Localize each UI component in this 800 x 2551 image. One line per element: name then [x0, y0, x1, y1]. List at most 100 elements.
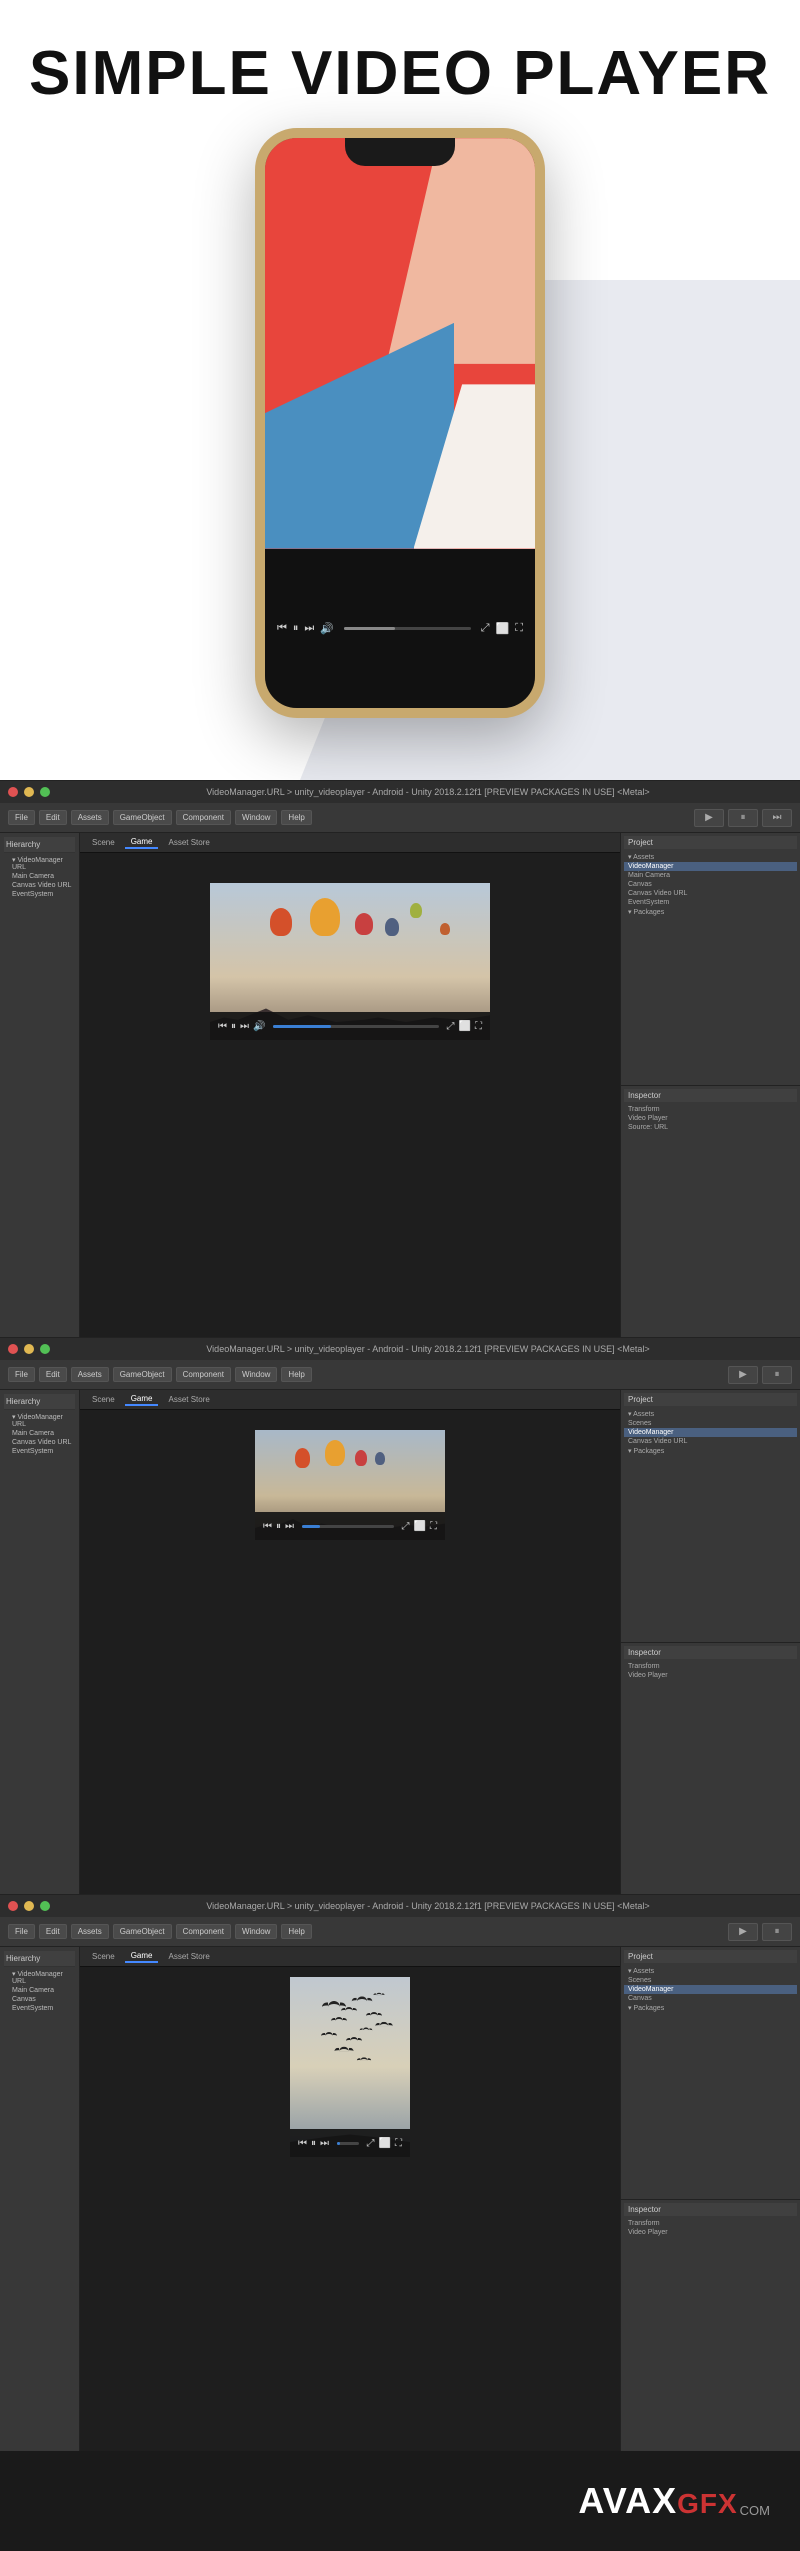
tab-scene-3[interactable]: Scene — [86, 1951, 121, 1962]
asset-item-3[interactable]: Canvas — [624, 1994, 797, 2003]
edit-menu-2[interactable]: Edit — [39, 1367, 67, 1382]
hierarchy-item-3[interactable]: ▾ VideoManager URL — [4, 1969, 75, 1986]
vc-volume[interactable]: 🔊 — [253, 1021, 265, 1032]
tab-game-2[interactable]: Game — [125, 1393, 159, 1406]
vc-pause-2[interactable]: ⏸ — [276, 1521, 281, 1532]
play-button[interactable]: ▶ — [694, 809, 724, 827]
vc-pause-3[interactable]: ⏸ — [311, 2138, 316, 2149]
close-dot-3[interactable] — [8, 1901, 18, 1911]
asset-item[interactable]: ▾ Assets — [624, 852, 797, 862]
volume-icon[interactable]: 🔊 — [320, 622, 334, 635]
vc-skip-back-3[interactable]: ⏮ — [298, 2138, 307, 2149]
window-menu[interactable]: Window — [235, 810, 277, 825]
progress-bar[interactable] — [344, 627, 471, 630]
asset-item[interactable]: Canvas Video URL — [624, 889, 797, 898]
hierarchy-item-2[interactable]: ▾ VideoManager URL — [4, 1412, 75, 1429]
maximize-dot-3[interactable] — [40, 1901, 50, 1911]
vc-progress-2[interactable] — [302, 1525, 394, 1528]
shuffle-icon[interactable]: ⤢ — [481, 622, 490, 635]
close-dot[interactable] — [8, 787, 18, 797]
assets-menu[interactable]: Assets — [71, 810, 109, 825]
tab-scene-2[interactable]: Scene — [86, 1394, 121, 1405]
fullscreen-icon[interactable]: ⛶ — [515, 622, 523, 635]
vc-skip-fwd-3[interactable]: ⏭ — [320, 2138, 329, 2149]
asset-item-2[interactable]: Scenes — [624, 1419, 797, 1428]
minimize-dot[interactable] — [24, 787, 34, 797]
file-menu[interactable]: File — [8, 810, 35, 825]
help-menu[interactable]: Help — [281, 810, 311, 825]
vc-skip-fwd[interactable]: ⏭ — [240, 1021, 249, 1032]
gameobject-menu[interactable]: GameObject — [113, 810, 172, 825]
maximize-dot[interactable] — [40, 787, 50, 797]
asset-item-2[interactable]: ▾ Packages — [624, 1446, 797, 1456]
pause-icon[interactable]: ⏸ — [293, 622, 299, 635]
vc-fullscreen-3[interactable]: ⛶ — [395, 2138, 402, 2149]
window-menu-2[interactable]: Window — [235, 1367, 277, 1382]
pause-button[interactable]: ⏸ — [728, 809, 758, 827]
hierarchy-item-2[interactable]: Canvas Video URL — [4, 1438, 75, 1447]
vc-fit-2[interactable]: ⬜ — [414, 1521, 426, 1532]
assets-menu-3[interactable]: Assets — [71, 1924, 109, 1939]
edit-menu-3[interactable]: Edit — [39, 1924, 67, 1939]
gameobject-menu-2[interactable]: GameObject — [113, 1367, 172, 1382]
assets-menu-2[interactable]: Assets — [71, 1367, 109, 1382]
asset-item-2[interactable]: ▾ Assets — [624, 1409, 797, 1419]
component-menu[interactable]: Component — [176, 810, 231, 825]
vc-fit-3[interactable]: ⬜ — [379, 2138, 391, 2149]
play-button-3[interactable]: ▶ — [728, 1923, 758, 1941]
vc-skip-back[interactable]: ⏮ — [218, 1021, 227, 1032]
fit-icon[interactable]: ⬜ — [496, 622, 510, 635]
asset-item[interactable]: VideoManager — [624, 862, 797, 871]
hierarchy-item-3[interactable]: Main Camera — [4, 1986, 75, 1995]
asset-item-3[interactable]: ▾ Assets — [624, 1966, 797, 1976]
vc-pause[interactable]: ⏸ — [231, 1021, 236, 1032]
hierarchy-item-2[interactable]: EventSystem — [4, 1447, 75, 1456]
asset-item[interactable]: Main Camera — [624, 871, 797, 880]
vc-shuffle-2[interactable]: ⤢ — [402, 1521, 410, 1532]
asset-item-3[interactable]: Scenes — [624, 1976, 797, 1985]
close-dot-2[interactable] — [8, 1344, 18, 1354]
gameobject-menu-3[interactable]: GameObject — [113, 1924, 172, 1939]
hierarchy-item[interactable]: Canvas Video URL — [4, 881, 75, 890]
file-menu-2[interactable]: File — [8, 1367, 35, 1382]
asset-item-2[interactable]: VideoManager — [624, 1428, 797, 1437]
minimize-dot-3[interactable] — [24, 1901, 34, 1911]
minimize-dot-2[interactable] — [24, 1344, 34, 1354]
help-menu-2[interactable]: Help — [281, 1367, 311, 1382]
pause-button-3[interactable]: ⏸ — [762, 1923, 792, 1941]
hierarchy-item-3[interactable]: Canvas — [4, 1995, 75, 2004]
hierarchy-item-2[interactable]: Main Camera — [4, 1429, 75, 1438]
vc-skip-back-2[interactable]: ⏮ — [263, 1521, 272, 1532]
step-button[interactable]: ⏭ — [762, 809, 792, 827]
vc-skip-fwd-2[interactable]: ⏭ — [285, 1521, 294, 1532]
tab-scene[interactable]: Scene — [86, 837, 121, 848]
tab-asset-store-3[interactable]: Asset Store — [162, 1951, 215, 1962]
play-button-2[interactable]: ▶ — [728, 1366, 758, 1384]
asset-item-2[interactable]: Canvas Video URL — [624, 1437, 797, 1446]
hierarchy-item[interactable]: Main Camera — [4, 872, 75, 881]
asset-item[interactable]: Canvas — [624, 880, 797, 889]
tab-game[interactable]: Game — [125, 836, 159, 849]
component-menu-2[interactable]: Component — [176, 1367, 231, 1382]
skip-fwd-icon[interactable]: ⏭ — [304, 622, 314, 635]
asset-item-3[interactable]: ▾ Packages — [624, 2003, 797, 2013]
hierarchy-item[interactable]: ▾ VideoManager URL — [4, 855, 75, 872]
tab-asset-store-2[interactable]: Asset Store — [162, 1394, 215, 1405]
file-menu-3[interactable]: File — [8, 1924, 35, 1939]
edit-menu[interactable]: Edit — [39, 810, 67, 825]
component-menu-3[interactable]: Component — [176, 1924, 231, 1939]
asset-item-3[interactable]: VideoManager — [624, 1985, 797, 1994]
pause-button-2[interactable]: ⏸ — [762, 1366, 792, 1384]
tab-asset-store[interactable]: Asset Store — [162, 837, 215, 848]
vc-fullscreen-2[interactable]: ⛶ — [430, 1521, 437, 1532]
tab-game-3[interactable]: Game — [125, 1950, 159, 1963]
vc-shuffle-3[interactable]: ⤢ — [367, 2138, 375, 2149]
asset-item[interactable]: EventSystem — [624, 898, 797, 907]
maximize-dot-2[interactable] — [40, 1344, 50, 1354]
hierarchy-item[interactable]: EventSystem — [4, 890, 75, 899]
vc-shuffle[interactable]: ⤢ — [447, 1021, 455, 1032]
help-menu-3[interactable]: Help — [281, 1924, 311, 1939]
vc-fit[interactable]: ⬜ — [459, 1021, 471, 1032]
window-menu-3[interactable]: Window — [235, 1924, 277, 1939]
skip-back-icon[interactable]: ⏮ — [277, 622, 287, 635]
